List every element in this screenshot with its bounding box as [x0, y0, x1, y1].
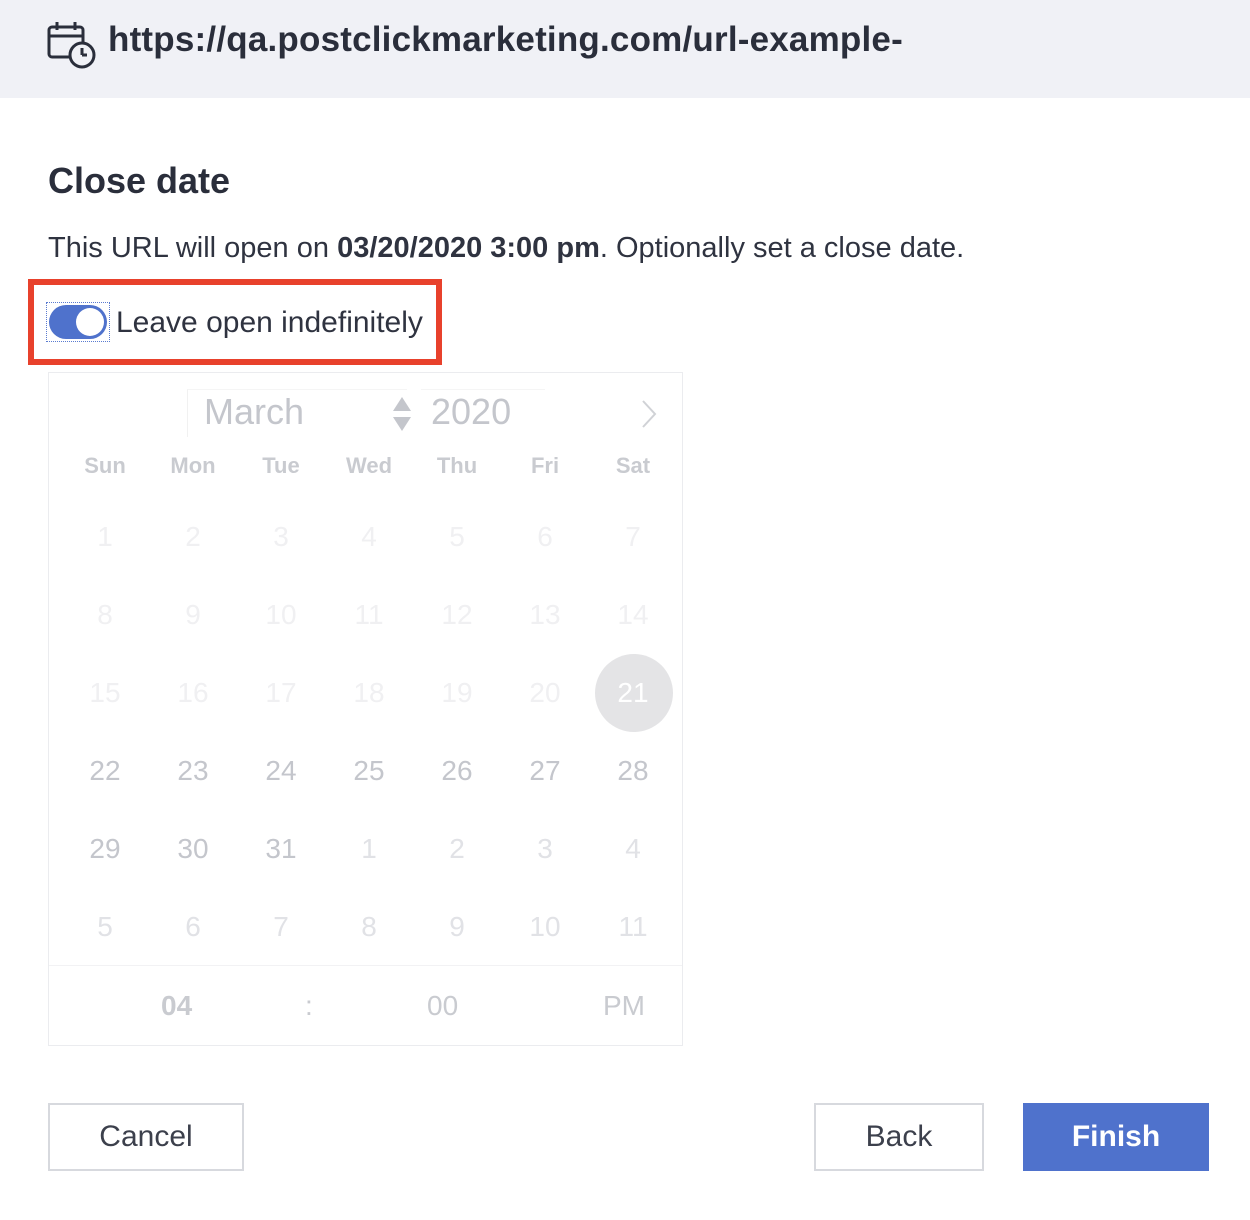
- calendar-day: 10: [265, 599, 297, 630]
- weekday-label: Sat: [615, 453, 651, 478]
- calendar-day: 11: [354, 599, 384, 630]
- calendar-day[interactable]: 9: [413, 888, 501, 966]
- today-label: 21: [617, 677, 649, 708]
- open-date-description: This URL will open on 03/20/2020 3:00 pm…: [48, 232, 964, 265]
- back-button[interactable]: Back: [814, 1103, 984, 1171]
- calendar-day: 13: [529, 599, 561, 630]
- calendar-day[interactable]: 23: [149, 732, 237, 810]
- calendar-week: 8 9 10 11 12 13 14: [61, 576, 677, 654]
- weekday-label: Wed: [345, 453, 393, 478]
- calendar-day[interactable]: 22: [61, 732, 149, 810]
- calendar-day[interactable]: 26: [413, 732, 501, 810]
- desc-suffix: . Optionally set a close date.: [599, 232, 965, 264]
- weekday-label: Thu: [436, 453, 478, 478]
- calendar-day: 8: [97, 599, 113, 630]
- calendar-day: 15: [89, 677, 121, 708]
- section-title: Close date: [48, 160, 231, 201]
- year-spinner-icon[interactable]: [391, 395, 413, 433]
- minute-input[interactable]: 00: [427, 990, 458, 1022]
- calendar-day[interactable]: 27: [501, 732, 589, 810]
- calendar-day: 16: [177, 677, 209, 708]
- weekday-label: Mon: [170, 453, 216, 478]
- toggle-track: [49, 305, 107, 339]
- next-month-icon[interactable]: [639, 399, 659, 429]
- calendar-day[interactable]: 28: [589, 732, 677, 810]
- calendar-day[interactable]: 5: [61, 888, 149, 966]
- month-select[interactable]: March: [187, 389, 407, 437]
- calendar-day[interactable]: 24: [237, 732, 325, 810]
- calendar-day: 14: [617, 599, 649, 630]
- calendar-day: 9: [185, 599, 201, 630]
- calendar-week: 22 23 24 25 26 27 28: [61, 732, 677, 810]
- calendar-day: 6: [537, 521, 553, 552]
- finish-button[interactable]: Finish: [1023, 1103, 1209, 1171]
- calendar-day-today[interactable]: 21: [589, 654, 677, 732]
- url-header: https://qa.postclickmarketing.com/url-ex…: [0, 0, 1250, 98]
- calendar-day: 17: [265, 677, 297, 708]
- calendar-week: 5 6 7 8 9 10 11: [61, 888, 677, 966]
- calendar-clock-icon: [47, 22, 96, 69]
- calendar-week: 15 16 17 18 19 20 21: [61, 654, 677, 732]
- calendar-day[interactable]: 4: [589, 810, 677, 888]
- calendar-day[interactable]: 7: [237, 888, 325, 966]
- calendar-day: 20: [529, 677, 561, 708]
- cancel-button[interactable]: Cancel: [48, 1103, 244, 1171]
- calendar-day[interactable]: 6: [149, 888, 237, 966]
- calendar-day[interactable]: 11: [589, 888, 677, 966]
- calendar-day: 19: [441, 677, 473, 708]
- calendar-day[interactable]: 2: [413, 810, 501, 888]
- calendar-day: 7: [625, 521, 641, 552]
- weekday-header: Sun Mon Tue Wed Thu Fri Sat: [61, 453, 677, 489]
- calendar-day: 18: [353, 677, 385, 708]
- calendar-day: 4: [361, 521, 377, 552]
- open-date-value: 03/20/2020 3:00 pm: [337, 232, 600, 264]
- calendar-day: 2: [185, 521, 201, 552]
- calendar-day[interactable]: 10: [501, 888, 589, 966]
- calendar-day: 12: [441, 599, 473, 630]
- time-picker: 04 : 00 PM: [49, 965, 682, 1047]
- leave-open-label[interactable]: Leave open indefinitely: [116, 306, 423, 340]
- calendar-day[interactable]: 29: [61, 810, 149, 888]
- time-separator: :: [305, 990, 313, 1021]
- calendar-day[interactable]: 8: [325, 888, 413, 966]
- desc-prefix: This URL will open on: [48, 232, 338, 264]
- calendar-day: 5: [449, 521, 465, 552]
- calendar-day[interactable]: 3: [501, 810, 589, 888]
- calendar-header: March 2020: [49, 373, 682, 453]
- weekday-label: Sun: [84, 453, 126, 478]
- calendar-day[interactable]: 31: [237, 810, 325, 888]
- calendar-day[interactable]: 1: [325, 810, 413, 888]
- year-input[interactable]: 2020: [421, 389, 545, 437]
- calendar-days: 1 2 3 4 5 6 7 8 9 10 11 12 13 14 15 16 1…: [61, 498, 677, 966]
- weekday-label: Fri: [530, 453, 560, 478]
- calendar-day[interactable]: 30: [149, 810, 237, 888]
- calendar-week: 1 2 3 4 5 6 7: [61, 498, 677, 576]
- toggle-knob: [76, 308, 104, 336]
- calendar-day: 3: [273, 521, 289, 552]
- weekday-label: Tue: [262, 453, 300, 478]
- hour-input[interactable]: 04: [161, 990, 192, 1022]
- calendar-day: 1: [97, 521, 113, 552]
- leave-open-toggle[interactable]: [46, 302, 110, 342]
- calendar-day[interactable]: 25: [325, 732, 413, 810]
- page-url: https://qa.postclickmarketing.com/url-ex…: [108, 20, 903, 59]
- calendar-week: 29 30 31 1 2 3 4: [61, 810, 677, 888]
- ampm-toggle[interactable]: PM: [603, 990, 645, 1022]
- close-date-calendar: March 2020 Sun Mon Tue Wed Thu Fri Sat 1…: [48, 372, 683, 1046]
